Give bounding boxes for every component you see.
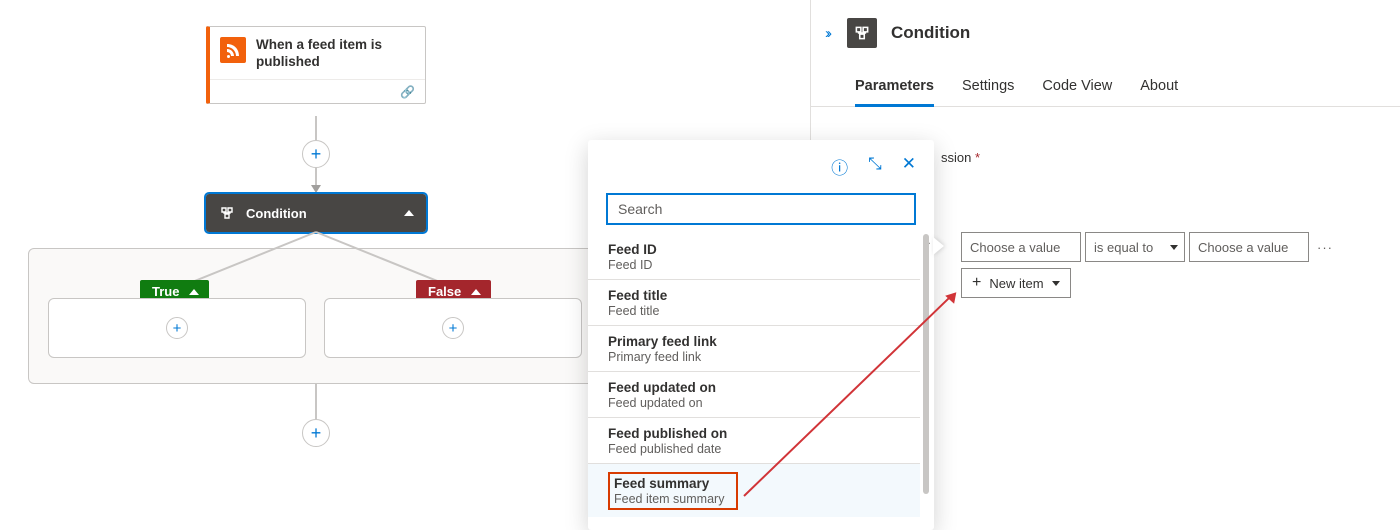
info-icon[interactable]: ⓘ [831, 154, 848, 179]
panel-title: Condition [891, 23, 970, 43]
list-item-feed-summary[interactable]: Feed summary Feed item summary [588, 463, 920, 517]
link-icon: 🔗 [400, 85, 415, 99]
popup-caret [933, 237, 944, 255]
add-step-button[interactable]: + [302, 419, 330, 447]
false-label-text: False [428, 284, 461, 299]
chevron-up-icon [471, 289, 481, 295]
list-item[interactable]: Feed ID Feed ID [588, 234, 920, 279]
true-label-text: True [152, 284, 179, 299]
list-item[interactable]: Feed updated on Feed updated on [588, 371, 920, 417]
row-more-icon[interactable]: ··· [1317, 240, 1333, 255]
condition-card[interactable]: Condition [206, 194, 426, 232]
add-action-button[interactable]: + [166, 317, 188, 339]
new-item-label: New item [989, 276, 1043, 291]
condition-icon [847, 18, 877, 48]
tab-about[interactable]: About [1140, 78, 1178, 106]
condition-icon [218, 204, 236, 222]
connector [315, 384, 317, 419]
list-item[interactable]: Feed title Feed title [588, 279, 920, 325]
dynamic-content-popup: ⓘ ⤡ ✕ Search Feed ID Feed ID Feed title … [588, 140, 934, 530]
list-item[interactable]: Primary feed link Primary feed link [588, 325, 920, 371]
tab-codeview[interactable]: Code View [1042, 78, 1112, 106]
expand-icon[interactable]: ⤡ [868, 154, 882, 179]
connector [315, 168, 317, 186]
chevron-up-icon [189, 289, 199, 295]
collapse-icon[interactable]: ›› [825, 25, 829, 42]
trigger-card[interactable]: When a feed item is published 🔗 [206, 26, 426, 104]
panel-tabs: Parameters Settings Code View About [811, 48, 1400, 107]
chevron-up-icon [404, 210, 414, 216]
add-step-button[interactable]: + [302, 140, 330, 168]
arrow-icon [311, 185, 321, 193]
condition-row: Choose a value is equal to Choose a valu… [961, 232, 1333, 262]
chevron-down-icon [1052, 281, 1060, 286]
rss-icon [220, 37, 246, 63]
condition-title: Condition [246, 206, 404, 221]
operator-value: is equal to [1094, 240, 1153, 255]
close-icon[interactable]: ✕ [902, 154, 916, 179]
operator-select[interactable]: is equal to [1085, 232, 1185, 262]
connector [315, 116, 317, 140]
right-operand-input[interactable]: Choose a value [1189, 232, 1309, 262]
false-branch-body: + [324, 298, 582, 358]
new-item-button[interactable]: + New item [961, 268, 1071, 298]
dynamic-content-search[interactable]: Search [606, 193, 916, 225]
tab-parameters[interactable]: Parameters [855, 78, 934, 107]
true-branch-body: + [48, 298, 306, 358]
add-action-button[interactable]: + [442, 317, 464, 339]
expression-label-truncated: ssion * [941, 150, 980, 165]
trigger-title: When a feed item is published [256, 37, 415, 71]
scrollbar[interactable] [923, 234, 929, 494]
left-operand-input[interactable]: Choose a value [961, 232, 1081, 262]
tab-settings[interactable]: Settings [962, 78, 1014, 106]
list-item[interactable]: Feed published on Feed published date [588, 417, 920, 463]
chevron-down-icon [1170, 245, 1178, 250]
